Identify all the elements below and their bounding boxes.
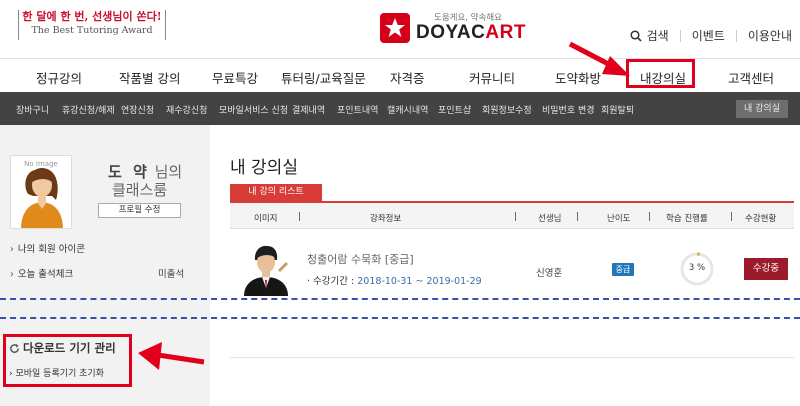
nav-free-lectures[interactable]: 무료특강 (212, 68, 258, 87)
subnav-cash[interactable]: 캘캐시내역 (387, 103, 428, 116)
logo-wordmark: DOYACART (416, 23, 526, 43)
promo-line1: 한 달에 한 번, 선생님이 쏜다! (22, 10, 162, 23)
nav-works-courses[interactable]: 작품별 강의 (119, 68, 180, 87)
subnav-retake[interactable]: 재수강신청 (166, 103, 207, 116)
page: 한 달에 한 번, 선생님이 쏜다! The Best Tutoring Awa… (0, 0, 800, 406)
nav-customer-center[interactable]: 고객센터 (728, 68, 774, 87)
col-divider: | (648, 212, 651, 222)
enrollment-status-button[interactable]: 수강중 (744, 258, 788, 280)
nav-community[interactable]: 커뮤니티 (469, 68, 515, 87)
course-period-dates: 2018-10-31 ~ 2019-01-29 (357, 276, 482, 287)
promo-banner[interactable]: 한 달에 한 번, 선생님이 쏜다! The Best Tutoring Awa… (18, 10, 166, 40)
subnav-withdraw[interactable]: 회원탈퇴 (601, 103, 634, 116)
subnav-payments[interactable]: 결제내역 (292, 103, 325, 116)
logo[interactable]: 도움게요, 약속해요 DOYACART (380, 10, 526, 46)
logo-mark-icon (380, 13, 410, 43)
tab-my-course-list[interactable]: 내 강의 리스트 (230, 184, 322, 201)
avatar-placeholder-icon (21, 168, 63, 228)
col-progress: 학습 진행률 (666, 214, 708, 224)
event-link[interactable]: 이벤트 (692, 27, 725, 44)
subnav-mobile[interactable]: 모바일서비스 신청 (219, 103, 288, 116)
logo-word2: ART (485, 22, 526, 43)
header: 한 달에 한 번, 선생님이 쏜다! The Best Tutoring Awa… (0, 0, 800, 58)
table-header: 이미지 | 강좌정보 | 선생님 | 난이도 | 학습 진행률 | 수강현황 (230, 203, 794, 229)
course-thumbnail[interactable] (238, 240, 292, 296)
col-image: 이미지 (254, 214, 278, 224)
subnav-cart[interactable]: 장바구니 (16, 103, 49, 116)
attendance-link[interactable]: › 오늘 출석체크 (10, 266, 73, 280)
subnav-points[interactable]: 포인트내역 (337, 103, 378, 116)
subnav-change-password[interactable]: 비밀번호 변경 (542, 103, 595, 116)
subnav-extend[interactable]: 연장신청 (121, 103, 154, 116)
teacher-photo-icon (238, 240, 292, 296)
annotation-arrow-icon (138, 342, 205, 370)
col-course-info: 강좌정보 (370, 214, 402, 224)
download-device-label: 다운로드 기기 관리 (23, 341, 116, 355)
search-label: 검색 (646, 29, 669, 43)
nav-regular-courses[interactable]: 정규강의 (36, 68, 82, 87)
reset-mobile-devices-link[interactable]: › 모바일 등록기기 초기화 (9, 366, 104, 379)
col-level: 난이도 (607, 214, 631, 224)
subnav-edit-info[interactable]: 회원정보수정 (482, 103, 532, 116)
subnav-point-shop[interactable]: 포인트샵 (438, 103, 471, 116)
dashed-divider (0, 317, 800, 319)
attendance-label: 오늘 출석체크 (17, 269, 74, 280)
col-divider: | (298, 212, 301, 222)
member-icon-link[interactable]: › 나의 회원 아이콘 (10, 241, 85, 255)
teacher-name: 신영훈 (536, 268, 563, 279)
avatar: No Image (10, 155, 72, 229)
logo-word1: DOYAC (416, 22, 486, 43)
dashed-divider (0, 298, 800, 300)
col-divider: | (576, 212, 579, 222)
col-teacher: 선생님 (538, 214, 562, 224)
nav-tutoring[interactable]: 튜터링/교육질문 (281, 68, 366, 87)
col-divider: | (514, 212, 517, 222)
progress-ring: 3 % (679, 251, 715, 287)
course-title[interactable]: 청출어람 수묵화 [중급] (307, 251, 414, 267)
level-badge: 중급 (612, 263, 634, 276)
my-classroom-button[interactable]: 내 강의실 (736, 100, 788, 118)
chevron-right-icon: › (10, 244, 14, 255)
chevron-right-icon: › (10, 269, 14, 280)
divider (735, 29, 737, 42)
guide-link[interactable]: 이용안내 (748, 27, 792, 44)
course-period: · 수강기간 : 2018-10-31 ~ 2019-01-29 (307, 273, 482, 287)
reset-mobile-devices-label: 모바일 등록기기 초기화 (15, 369, 104, 379)
col-status: 수강현황 (745, 214, 777, 224)
progress-text: 3 % (688, 263, 706, 273)
edit-profile-button[interactable]: 프로필 수정 (98, 203, 181, 218)
attendance-status: 미출석 (158, 269, 185, 280)
refresh-icon (10, 343, 19, 353)
annotation-box-my-classroom (626, 59, 695, 88)
nav-certificates[interactable]: 자격증 (390, 68, 425, 87)
classroom-label: 클래스룸 (112, 181, 168, 199)
col-divider: | (730, 212, 733, 222)
table-bottom-rule (230, 357, 794, 358)
greeting: 도 약 님의 클래스룸 (108, 163, 182, 199)
page-title: 내 강의실 (230, 158, 298, 178)
annotation-arrow-icon (568, 41, 630, 76)
subnav-pause[interactable]: 휴강신청/해제 (62, 103, 115, 116)
divider (679, 29, 681, 42)
promo-line2: The Best Tutoring Award (31, 25, 153, 36)
download-device-title[interactable]: 다운로드 기기 관리 (9, 340, 116, 356)
member-icon-label: 나의 회원 아이콘 (17, 244, 86, 255)
utility-links: 검색 이벤트 이용안내 (630, 27, 792, 44)
greeting-suffix: 님의 (154, 163, 183, 181)
sub-nav: 장바구니 휴강신청/해제 연장신청 재수강신청 모바일서비스 신청 결제내역 포… (0, 92, 800, 125)
user-name: 도 약 (108, 163, 150, 181)
course-period-label: · 수강기간 : (307, 276, 355, 287)
